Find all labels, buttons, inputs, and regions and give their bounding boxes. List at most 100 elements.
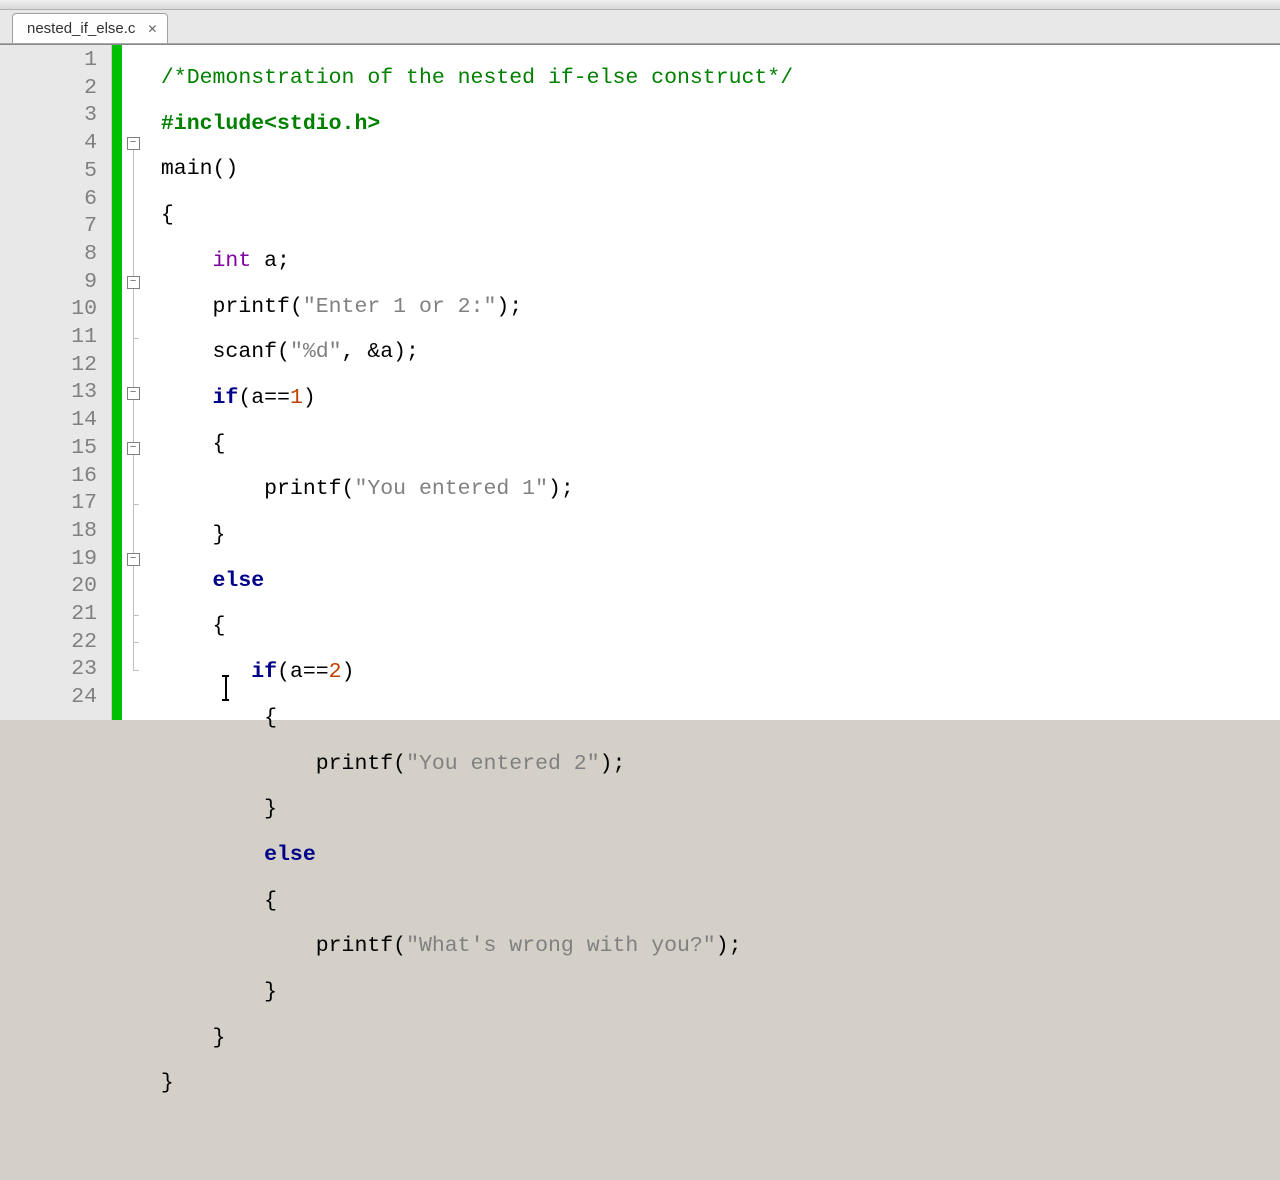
code-line[interactable]: #include<stdio.h> <box>148 111 1280 139</box>
code-line[interactable]: { <box>148 705 1280 733</box>
fn: scanf <box>213 340 278 364</box>
num: 2 <box>329 660 342 684</box>
p: ); <box>548 477 574 501</box>
p: (a== <box>238 386 290 410</box>
brace: { <box>213 432 226 456</box>
code-line[interactable]: { <box>148 202 1280 230</box>
preprocessor: #include <box>161 112 264 136</box>
line-number: 4 <box>0 130 111 158</box>
toolbar-strip <box>0 0 1280 10</box>
kw: else <box>213 569 265 593</box>
type: int <box>213 249 252 273</box>
code-line[interactable]: printf("What's wrong with you?"); <box>148 933 1280 961</box>
tab-bar: nested_if_else.c ✕ <box>0 10 1280 44</box>
p: ); <box>716 934 742 958</box>
p: ( <box>393 752 406 776</box>
code-line[interactable]: } <box>148 979 1280 1007</box>
code-line[interactable]: } <box>148 796 1280 824</box>
code-line[interactable]: printf("You entered 2"); <box>148 751 1280 779</box>
code-line[interactable]: /*Demonstration of the nested if-else co… <box>148 65 1280 93</box>
line-number: 16 <box>0 463 111 491</box>
code-line[interactable]: { <box>148 888 1280 916</box>
kw: if <box>213 386 239 410</box>
brace: } <box>264 797 277 821</box>
fold-toggle-icon[interactable]: − <box>127 276 140 289</box>
fold-toggle-icon[interactable]: − <box>127 387 140 400</box>
fn: printf <box>316 752 393 776</box>
header: <stdio.h> <box>264 112 380 136</box>
code-line[interactable] <box>148 1116 1280 1144</box>
code-line[interactable]: { <box>148 613 1280 641</box>
file-tab[interactable]: nested_if_else.c ✕ <box>12 13 168 43</box>
str: "What's wrong with you?" <box>406 934 716 958</box>
line-number: 23 <box>0 656 111 684</box>
code-line[interactable]: else <box>148 842 1280 870</box>
brace: } <box>264 980 277 1004</box>
code-line[interactable]: int a; <box>148 248 1280 276</box>
line-number: 6 <box>0 186 111 214</box>
brace: { <box>264 889 277 913</box>
tab-title: nested_if_else.c <box>27 20 135 37</box>
line-number: 7 <box>0 213 111 241</box>
code-line[interactable]: if(a==2) <box>148 659 1280 687</box>
brace: { <box>213 614 226 638</box>
line-number: 14 <box>0 407 111 435</box>
brace: { <box>161 203 174 227</box>
paren: () <box>213 157 239 181</box>
line-number: 22 <box>0 629 111 657</box>
code-line[interactable]: if(a==1) <box>148 385 1280 413</box>
editor: 1 2 3 4 5 6 7 8 9 10 11 12 13 14 15 16 1… <box>0 44 1280 720</box>
fold-toggle-icon[interactable]: − <box>127 442 140 455</box>
brace: } <box>161 1071 174 1095</box>
line-number: 1 <box>0 47 111 75</box>
line-number: 8 <box>0 241 111 269</box>
line-number: 9 <box>0 269 111 297</box>
p: ( <box>290 295 303 319</box>
line-number: 10 <box>0 296 111 324</box>
line-number: 17 <box>0 490 111 518</box>
kw: if <box>251 660 277 684</box>
line-number: 18 <box>0 518 111 546</box>
str: "You entered 1" <box>354 477 548 501</box>
str: "You entered 2" <box>406 752 600 776</box>
p: ) <box>303 386 316 410</box>
p: ) <box>342 660 355 684</box>
line-number: 15 <box>0 435 111 463</box>
line-number: 13 <box>0 379 111 407</box>
code-line[interactable]: main() <box>148 156 1280 184</box>
code-line[interactable]: scanf("%d", &a); <box>148 339 1280 367</box>
comment-text: /*Demonstration of the nested if-else co… <box>161 66 793 90</box>
fn: printf <box>264 477 341 501</box>
code-line[interactable]: } <box>148 1025 1280 1053</box>
rest: , &a); <box>342 340 419 364</box>
fn: printf <box>213 295 290 319</box>
fold-toggle-icon[interactable]: − <box>127 137 140 150</box>
brace: } <box>213 523 226 547</box>
line-number: 3 <box>0 102 111 130</box>
p: (a== <box>277 660 329 684</box>
code-line[interactable]: } <box>148 522 1280 550</box>
fold-gutter: − − − − − <box>122 45 144 720</box>
num: 1 <box>290 386 303 410</box>
line-number: 20 <box>0 573 111 601</box>
line-number-gutter: 1 2 3 4 5 6 7 8 9 10 11 12 13 14 15 16 1… <box>0 45 112 720</box>
code-line[interactable]: { <box>148 431 1280 459</box>
line-number: 12 <box>0 352 111 380</box>
brace: { <box>264 706 277 730</box>
code-line[interactable]: } <box>148 1070 1280 1098</box>
p: ( <box>277 340 290 364</box>
kw: else <box>264 843 316 867</box>
fold-toggle-icon[interactable]: − <box>127 553 140 566</box>
code-line[interactable]: printf("Enter 1 or 2:"); <box>148 294 1280 322</box>
line-number: 11 <box>0 324 111 352</box>
line-number: 21 <box>0 601 111 629</box>
p: ( <box>342 477 355 501</box>
code-area[interactable]: /*Demonstration of the nested if-else co… <box>144 45 1280 720</box>
str: "%d" <box>290 340 342 364</box>
code-line[interactable]: printf("You entered 1"); <box>148 476 1280 504</box>
fn: main <box>161 157 213 181</box>
brace: } <box>213 1026 226 1050</box>
code-line[interactable]: else <box>148 568 1280 596</box>
change-indicator <box>112 45 122 720</box>
close-icon[interactable]: ✕ <box>145 22 159 36</box>
